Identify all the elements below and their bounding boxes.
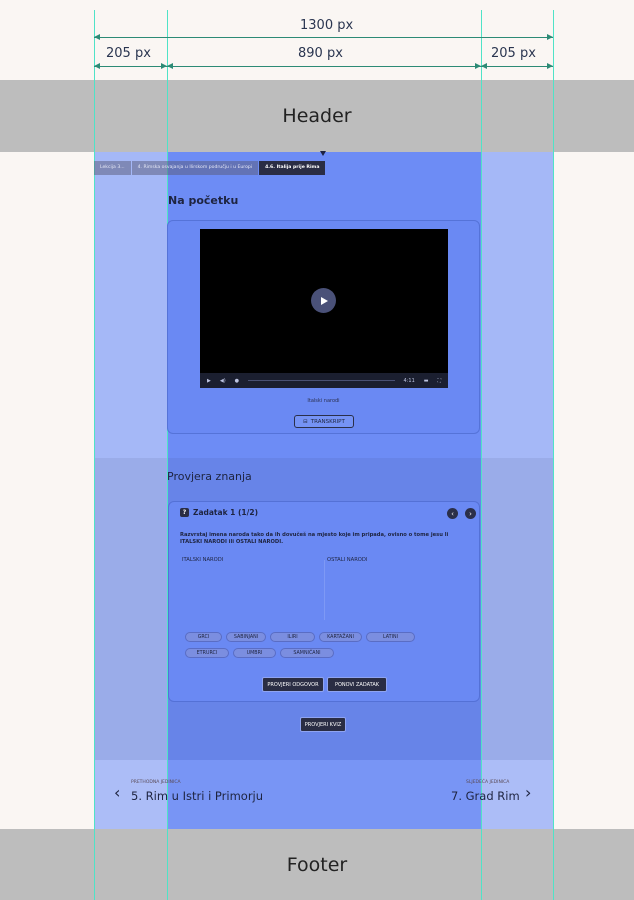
draggable-chip[interactable]: SABINJANI [226,632,266,642]
right-margin-arrow [481,63,553,69]
question-icon: ? [180,508,189,517]
column-italic-peoples: ITALSKI NARODI [182,557,224,563]
guide-line-outer-right [553,10,554,900]
time-label: 4:11 [403,377,415,384]
right-margin-label: 205 px [491,46,536,61]
draggable-chip[interactable]: ETRURCI [185,648,229,658]
draggable-chip[interactable]: SAMNIĆANI [280,648,334,658]
total-width-arrow [94,34,553,40]
guide-line-content-right [481,10,482,900]
check-quiz-button[interactable]: PROVJERI KVIZ [300,717,346,732]
transcript-label: TRANSKRIPT [310,418,345,425]
draggable-chip[interactable]: GRCI [185,632,222,642]
chevron-right-icon[interactable]: › [525,783,531,802]
guide-line-content-left [167,10,168,900]
play-small-icon[interactable]: ▶ [207,378,211,384]
breadcrumb-item-unit[interactable]: 4. Rimska osvajanja u Ilirskom području … [131,161,259,175]
volume-icon[interactable]: ◀) [220,378,226,384]
column-other-peoples: OSTALI NARODI [327,557,368,563]
video-caption: Italski narodi [307,398,340,404]
check-answer-button[interactable]: PROVJERI ODGOVOR [262,677,324,692]
video-controls: ▶ ◀) ● 4:11 ▬ ⛶ [200,373,448,388]
prev-unit-link[interactable]: 5. Rim u Istri i Primorju [131,789,263,803]
quiz-task-title: Zadatak 1 (1/2) [193,508,259,517]
document-icon: ⊟ [303,418,308,425]
subtitles-icon[interactable]: ▬ [424,378,429,384]
quiz-prev-icon[interactable]: ‹ [447,508,458,519]
intro-title: Na početku [168,194,239,207]
header-label: Header [282,105,352,127]
quiz-instruction: Razvrstaj imena naroda tako da ih dovuče… [180,532,449,545]
breadcrumb-item-lesson[interactable]: Lekcija 3... [94,161,131,175]
guide-line-outer-left [94,10,95,900]
quiz-next-icon[interactable]: › [465,508,476,519]
next-unit-label: SLJEDEĆA JEDINICA [466,780,510,785]
draggable-chip[interactable]: LATINI [366,632,415,642]
fullscreen-icon[interactable]: ⛶ [437,378,441,384]
left-margin-label: 205 px [106,46,151,61]
next-unit-link[interactable]: 7. Grad Rim [451,789,520,803]
page-header: Header [0,80,634,152]
retry-task-button[interactable]: PONOVI ZADATAK [327,677,387,692]
column-divider [324,560,325,620]
total-width-label: 1300 px [300,18,354,33]
left-margin-arrow [94,63,167,69]
prev-unit-label: PRETHODNA JEDINICA [131,780,181,785]
progress-dot-icon[interactable]: ● [235,378,239,384]
content-width-label: 890 px [298,46,343,61]
quiz-section-title: Provjera znanja [167,470,252,483]
play-icon[interactable] [311,288,336,313]
chevron-left-icon[interactable]: ‹ [114,783,120,802]
breadcrumb: Lekcija 3... 4. Rimska osvajanja u Ilirs… [94,161,326,175]
content-width-arrow [167,63,481,69]
breadcrumb-item-current: 4.6. Italija prije Rima [259,161,326,175]
draggable-chip[interactable]: KARTAŽANI [319,632,362,642]
breadcrumb-pin-icon [320,151,326,156]
footer-label: Footer [286,853,348,876]
draggable-chip[interactable]: ILIRI [270,632,315,642]
draggable-chip[interactable]: UMBRI [233,648,276,658]
progress-bar[interactable] [248,380,395,381]
page-footer: Footer [0,829,634,900]
quiz-header: ? Zadatak 1 (1/2) [180,508,258,517]
transcript-button[interactable]: ⊟ TRANSKRIPT [294,415,354,428]
